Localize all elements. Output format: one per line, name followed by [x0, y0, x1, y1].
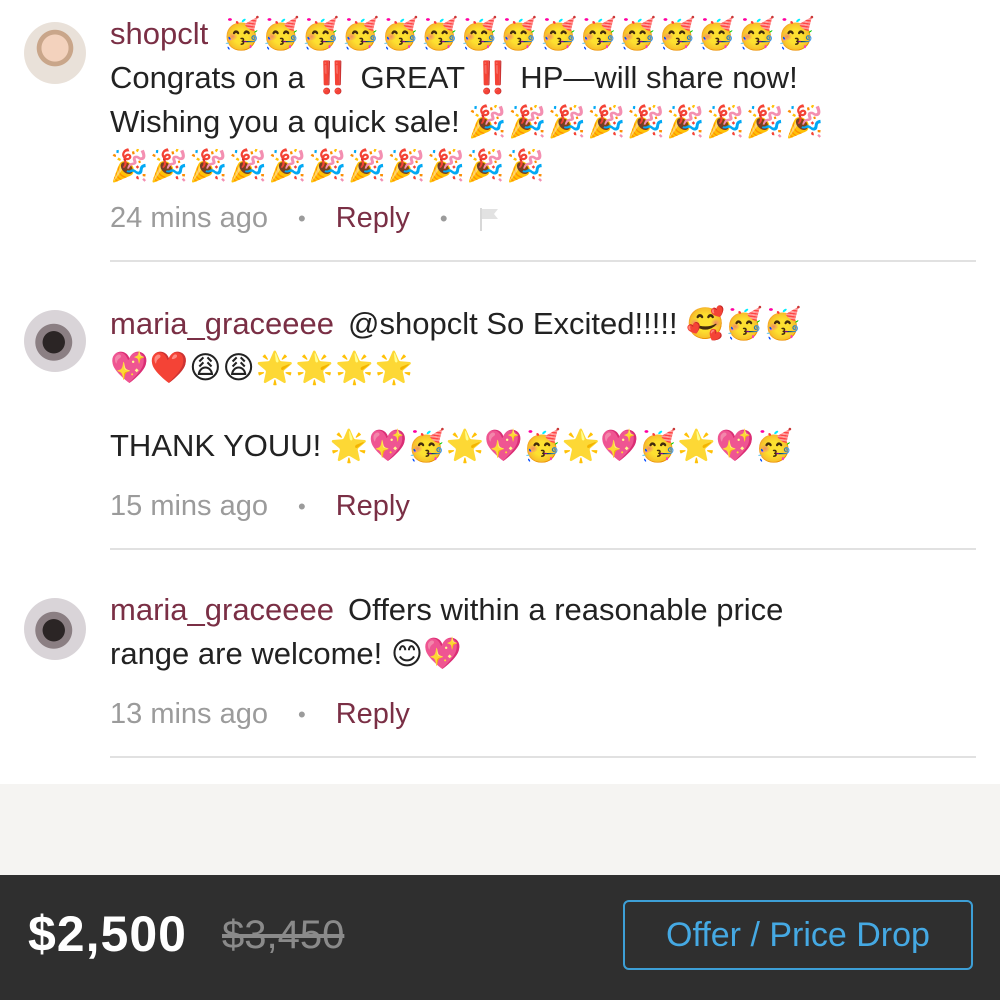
comment-text: Congrats on a ‼️ GREAT ‼️ HP—will share … [110, 60, 798, 95]
comments-list: shopclt 🥳🥳🥳🥳🥳🥳🥳🥳🥳🥳🥳🥳🥳🥳🥳 Congrats on a ‼️ … [0, 0, 1000, 784]
comment-body: shopclt 🥳🥳🥳🥳🥳🥳🥳🥳🥳🥳🥳🥳🥳🥳🥳 Congrats on a ‼️ … [110, 12, 970, 188]
current-price: $2,500 [28, 906, 187, 962]
timestamp: 13 mins ago [110, 698, 268, 730]
separator-dot: • [298, 701, 306, 727]
price-bar: $2,500 $3,450 Offer / Price Drop [0, 875, 1000, 1000]
reply-link[interactable]: Reply [336, 202, 410, 235]
avatar[interactable] [24, 598, 86, 660]
comment-meta: 13 mins ago • Reply [110, 698, 410, 731]
comment-text: @shopclt So Excited!!!!! 🥰🥳🥳 [348, 306, 802, 341]
comment-text: Wishing you a quick sale! [110, 104, 460, 139]
comment-text: range are welcome! 😊💖 [110, 636, 462, 671]
comment-item: maria_graceeee Offers within a reasonable… [0, 550, 1000, 760]
comment-body: maria_graceeee @shopclt So Excited!!!!! 🥰… [110, 302, 970, 468]
comment-body: maria_graceeee Offers within a reasonable… [110, 588, 970, 676]
emoji-text: 🎉🎉🎉🎉🎉🎉🎉🎉🎉 [468, 104, 825, 140]
comment-item: shopclt 🥳🥳🥳🥳🥳🥳🥳🥳🥳🥳🥳🥳🥳🥳🥳 Congrats on a ‼️ … [0, 0, 1000, 262]
avatar[interactable] [24, 22, 86, 84]
emoji-text: 💖❤️😩😩🌟🌟🌟🌟 [110, 350, 415, 386]
empty-area [0, 784, 1000, 875]
comment-meta: 24 mins ago • Reply • [110, 202, 502, 235]
comment-text: THANK YOUU! 🌟💖🥳🌟💖🥳🌟💖🥳🌟💖🥳 [110, 428, 794, 463]
separator-dot: • [298, 493, 306, 519]
divider [110, 756, 976, 758]
offer-price-drop-button[interactable]: Offer / Price Drop [623, 900, 973, 970]
separator-dot: • [439, 205, 448, 231]
username-link[interactable]: maria_graceeee [110, 592, 334, 627]
comment-text: Offers within a reasonable price [348, 592, 784, 627]
separator-dot: • [298, 205, 306, 231]
avatar[interactable] [24, 310, 86, 372]
username-link[interactable]: shopclt [110, 16, 208, 51]
username-link[interactable]: maria_graceeee [110, 306, 334, 341]
emoji-text: 🎉🎉🎉🎉🎉🎉🎉🎉🎉🎉🎉 [110, 148, 546, 184]
comment-meta: 15 mins ago • Reply [110, 490, 410, 523]
timestamp: 15 mins ago [110, 490, 268, 522]
original-price: $3,450 [222, 913, 345, 957]
reply-link[interactable]: Reply [336, 698, 410, 731]
timestamp: 24 mins ago [110, 202, 268, 234]
comment-item: maria_graceeee @shopclt So Excited!!!!! 🥰… [0, 262, 1000, 550]
flag-icon[interactable] [478, 206, 502, 232]
emoji-text: 🥳🥳🥳🥳🥳🥳🥳🥳🥳🥳🥳🥳🥳🥳🥳 [222, 16, 817, 52]
reply-link[interactable]: Reply [336, 490, 410, 523]
